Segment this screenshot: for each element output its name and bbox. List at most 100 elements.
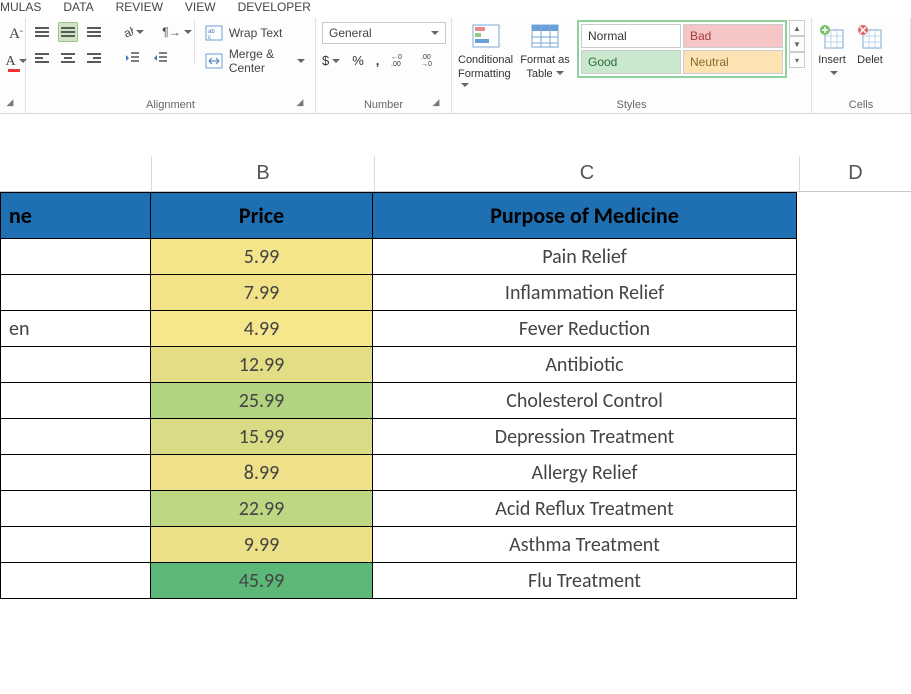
- cell-price[interactable]: 12.99: [151, 347, 373, 383]
- cell-name[interactable]: [1, 419, 151, 455]
- cell-price[interactable]: 8.99: [151, 455, 373, 491]
- group-cells-label: Cells: [818, 97, 904, 111]
- cell-name[interactable]: [1, 563, 151, 599]
- decrease-decimal-button[interactable]: .00→0: [421, 50, 439, 70]
- header-purpose[interactable]: Purpose of Medicine: [373, 193, 797, 239]
- cell-purpose[interactable]: Inflammation Relief: [373, 275, 797, 311]
- chevron-down-icon: [329, 53, 340, 68]
- col-header-a[interactable]: [0, 156, 151, 192]
- group-number-label: Number ◢: [322, 97, 445, 111]
- cell-price[interactable]: 15.99: [151, 419, 373, 455]
- svg-text:c: c: [208, 35, 211, 41]
- group-alignment-label: Alignment ◢: [32, 97, 309, 111]
- alignment-dialog-launcher[interactable]: ◢: [293, 95, 307, 109]
- align-right-button[interactable]: [84, 48, 104, 68]
- wrap-text-button[interactable]: abc Wrap Text: [201, 22, 309, 44]
- increase-font-size-button[interactable]: Aˆ: [6, 24, 26, 44]
- table-row: 22.99Acid Reflux Treatment: [1, 491, 797, 527]
- align-top-button[interactable]: [32, 22, 52, 42]
- cell-price[interactable]: 5.99: [151, 239, 373, 275]
- wrap-text-icon: abc: [205, 25, 223, 41]
- col-header-c[interactable]: C: [374, 156, 799, 192]
- align-center-button[interactable]: [58, 48, 78, 68]
- cell-price[interactable]: 45.99: [151, 563, 373, 599]
- increase-decimal-button[interactable]: ←0.00: [391, 50, 409, 70]
- fmt-table-label-2: Table: [526, 68, 552, 80]
- cell-purpose[interactable]: Acid Reflux Treatment: [373, 491, 797, 527]
- percent-format-button[interactable]: %: [352, 50, 364, 70]
- col-header-d[interactable]: D: [799, 156, 911, 192]
- header-name[interactable]: ne: [1, 193, 151, 239]
- decrease-indent-button[interactable]: [122, 48, 144, 68]
- header-row: ne Price Purpose of Medicine: [1, 193, 797, 239]
- cell-name[interactable]: en: [1, 311, 151, 347]
- accounting-format-button[interactable]: $: [322, 50, 340, 70]
- cell-price[interactable]: 9.99: [151, 527, 373, 563]
- cell-purpose[interactable]: Pain Relief: [373, 239, 797, 275]
- insert-cells-button[interactable]: Insert: [818, 22, 846, 80]
- orientation-button[interactable]: ab: [122, 22, 144, 42]
- align-middle-button[interactable]: [58, 22, 78, 42]
- cell-name[interactable]: [1, 347, 151, 383]
- chevron-down-icon: [294, 54, 305, 68]
- cell-purpose[interactable]: Allergy Relief: [373, 455, 797, 491]
- table-row: 25.99Cholesterol Control: [1, 383, 797, 419]
- cell-purpose[interactable]: Antibiotic: [373, 347, 797, 383]
- number-dialog-launcher[interactable]: ◢: [429, 95, 443, 109]
- cell-styles-gallery[interactable]: Normal Bad Good Neutral: [577, 20, 787, 78]
- chevron-down-icon: [458, 80, 469, 92]
- tab-review[interactable]: REVIEW: [116, 0, 163, 14]
- cell-name[interactable]: [1, 527, 151, 563]
- format-as-table-icon: [528, 22, 562, 52]
- chevron-down-icon: [133, 25, 144, 39]
- cell-purpose[interactable]: Asthma Treatment: [373, 527, 797, 563]
- scroll-up-icon[interactable]: ▲: [789, 20, 805, 36]
- cell-purpose[interactable]: Fever Reduction: [373, 311, 797, 347]
- cell-purpose[interactable]: Depression Treatment: [373, 419, 797, 455]
- format-as-table-button[interactable]: Format as Table: [519, 20, 571, 80]
- cell-purpose[interactable]: Cholesterol Control: [373, 383, 797, 419]
- ribbon-tabs: MULAS DATA REVIEW VIEW DEVELOPER: [0, 0, 911, 18]
- cell-name[interactable]: [1, 455, 151, 491]
- cell-name[interactable]: [1, 239, 151, 275]
- increase-indent-button[interactable]: [150, 48, 172, 68]
- cell-name[interactable]: [1, 383, 151, 419]
- tab-data[interactable]: DATA: [63, 0, 93, 14]
- cell-name[interactable]: [1, 491, 151, 527]
- font-color-button[interactable]: A: [6, 52, 26, 72]
- tab-developer[interactable]: DEVELOPER: [238, 0, 311, 14]
- merge-center-button[interactable]: Merge & Center: [201, 50, 309, 72]
- cell-purpose[interactable]: Flu Treatment: [373, 563, 797, 599]
- delete-cells-icon: [856, 22, 884, 52]
- cell-price[interactable]: 4.99: [151, 311, 373, 347]
- table-row: 45.99Flu Treatment: [1, 563, 797, 599]
- align-bottom-button[interactable]: [84, 22, 104, 42]
- cell-name[interactable]: [1, 275, 151, 311]
- tab-formulas[interactable]: MULAS: [0, 0, 41, 14]
- comma-format-button[interactable]: ,: [376, 50, 380, 70]
- conditional-formatting-button[interactable]: Conditional Formatting: [458, 20, 513, 92]
- tab-view[interactable]: VIEW: [185, 0, 216, 14]
- delete-cells-button[interactable]: Delet: [856, 22, 884, 66]
- align-left-button[interactable]: [32, 48, 52, 68]
- chevron-down-icon: [16, 54, 27, 70]
- spreadsheet[interactable]: B C D ne Price Purpose of Medicine 5.99P…: [0, 156, 911, 599]
- style-bad[interactable]: Bad: [683, 24, 783, 48]
- number-format-dropdown[interactable]: General: [322, 22, 446, 44]
- font-dialog-launcher[interactable]: ◢: [3, 95, 17, 109]
- svg-text:.00: .00: [421, 54, 431, 61]
- cell-price[interactable]: 22.99: [151, 491, 373, 527]
- style-good[interactable]: Good: [581, 50, 681, 74]
- header-price[interactable]: Price: [151, 193, 373, 239]
- style-normal[interactable]: Normal: [581, 24, 681, 48]
- scroll-down-icon[interactable]: ▼: [789, 36, 805, 52]
- data-table[interactable]: ne Price Purpose of Medicine 5.99Pain Re…: [0, 192, 797, 599]
- cell-price[interactable]: 7.99: [151, 275, 373, 311]
- cell-price[interactable]: 25.99: [151, 383, 373, 419]
- col-header-b[interactable]: B: [151, 156, 374, 192]
- style-gallery-spinner[interactable]: ▲ ▼ ▾: [789, 20, 805, 78]
- style-neutral[interactable]: Neutral: [683, 50, 783, 74]
- gallery-expand-icon[interactable]: ▾: [789, 52, 805, 68]
- text-direction-button[interactable]: ¶→: [166, 22, 188, 42]
- group-font: Aˆ A ◢: [0, 18, 26, 113]
